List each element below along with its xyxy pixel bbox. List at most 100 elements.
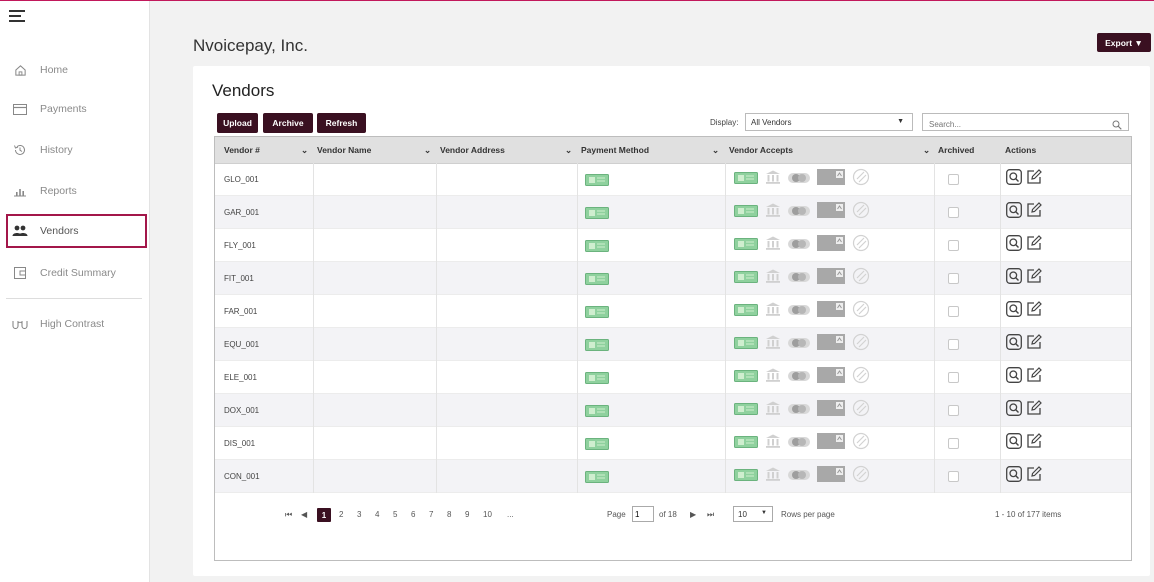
table-row[interactable]: FLY_001	[215, 229, 1131, 262]
page-number-input[interactable]	[632, 506, 654, 522]
column-header-vendor-name[interactable]: Vendor Name	[317, 137, 371, 163]
last-page-icon[interactable]: ⏭	[707, 510, 714, 520]
search-input[interactable]	[927, 116, 1101, 133]
next-page-icon[interactable]: ▶	[690, 510, 696, 519]
sidebar-item-vendors[interactable]: Vendors	[6, 214, 147, 248]
edit-icon[interactable]	[1026, 433, 1042, 454]
edit-icon[interactable]	[1026, 301, 1042, 322]
virtual-card-icon	[817, 433, 845, 454]
archived-checkbox[interactable]	[948, 240, 959, 251]
archived-checkbox[interactable]	[948, 438, 959, 449]
edit-icon[interactable]	[1026, 367, 1042, 388]
bank-icon	[765, 203, 781, 222]
vendor-id: DIS_001	[224, 439, 256, 448]
card-toggle-icon	[788, 435, 810, 453]
page-link[interactable]: 6	[411, 510, 415, 519]
edit-icon[interactable]	[1026, 202, 1042, 223]
table-row[interactable]: GAR_001	[215, 196, 1131, 229]
edit-icon[interactable]	[1026, 268, 1042, 289]
edit-icon[interactable]	[1026, 235, 1042, 256]
page-link[interactable]: 10	[483, 510, 492, 519]
table-row[interactable]: GLO_001	[215, 163, 1131, 196]
page-link[interactable]: 7	[429, 510, 433, 519]
edit-icon[interactable]	[1026, 466, 1042, 487]
search-icon[interactable]	[1112, 117, 1122, 135]
view-icon[interactable]	[1006, 466, 1022, 487]
column-divider	[436, 163, 437, 493]
rows-per-page-label: Rows per page	[781, 510, 835, 519]
archived-checkbox[interactable]	[948, 306, 959, 317]
virtual-card-icon	[817, 301, 845, 322]
table-row[interactable]: CON_001	[215, 460, 1131, 493]
table-row[interactable]: EQU_001	[215, 328, 1131, 361]
archived-checkbox[interactable]	[948, 174, 959, 185]
view-icon[interactable]	[1006, 202, 1022, 223]
page-link[interactable]: 2	[339, 510, 343, 519]
wire-transfer-icon	[852, 168, 870, 191]
archived-checkbox[interactable]	[948, 405, 959, 416]
view-icon[interactable]	[1006, 400, 1022, 421]
column-header-vendor-num[interactable]: Vendor #	[224, 137, 260, 163]
chevron-down-icon[interactable]: ⌄	[424, 137, 431, 163]
column-header-archived[interactable]: Archived	[938, 137, 974, 163]
table-row[interactable]: FAR_001	[215, 295, 1131, 328]
page-link[interactable]: 9	[465, 510, 469, 519]
archived-checkbox[interactable]	[948, 207, 959, 218]
upload-button[interactable]: Upload	[217, 113, 258, 133]
page-link[interactable]: 4	[375, 510, 379, 519]
sidebar-item-label: Credit Summary	[40, 267, 116, 279]
export-button[interactable]: Export ▼	[1097, 33, 1151, 52]
search-field[interactable]	[922, 113, 1129, 133]
view-icon[interactable]	[1006, 169, 1022, 190]
view-icon[interactable]	[1006, 433, 1022, 454]
chevron-down-icon[interactable]: ⌄	[923, 137, 930, 163]
sidebar-item-reports[interactable]: Reports	[6, 174, 147, 208]
page-link[interactable]: 5	[393, 510, 397, 519]
edit-icon[interactable]	[1026, 169, 1042, 190]
table-row[interactable]: ELE_001	[215, 361, 1131, 394]
edit-icon[interactable]	[1026, 400, 1042, 421]
menu-icon[interactable]	[9, 10, 25, 23]
sidebar-item-high-contrast[interactable]: High Contrast	[6, 307, 147, 341]
display-select[interactable]: All Vendors ▼	[745, 113, 913, 131]
sidebar-item-home[interactable]: Home	[6, 53, 147, 87]
view-icon[interactable]	[1006, 367, 1022, 388]
column-header-vendor-address[interactable]: Vendor Address	[440, 137, 505, 163]
page-link[interactable]: 3	[357, 510, 361, 519]
column-header-vendor-accepts[interactable]: Vendor Accepts	[729, 137, 793, 163]
wire-transfer-icon	[852, 366, 870, 389]
archived-checkbox[interactable]	[948, 372, 959, 383]
glasses-icon	[12, 316, 28, 332]
refresh-button[interactable]: Refresh	[317, 113, 366, 133]
wire-transfer-icon	[852, 300, 870, 323]
column-header-payment-method[interactable]: Payment Method	[581, 137, 649, 163]
archived-cell	[948, 460, 959, 493]
sidebar-item-payments[interactable]: Payments	[6, 92, 147, 126]
chevron-down-icon[interactable]: ⌄	[712, 137, 719, 163]
view-icon[interactable]	[1006, 235, 1022, 256]
card-toggle-icon	[788, 336, 810, 354]
rows-per-page-select[interactable]: 10 ▼	[733, 506, 773, 522]
first-page-icon[interactable]: ⏮	[285, 510, 292, 520]
view-icon[interactable]	[1006, 334, 1022, 355]
table-row[interactable]: DIS_001	[215, 427, 1131, 460]
prev-page-icon[interactable]: ◀	[301, 510, 307, 519]
view-icon[interactable]	[1006, 268, 1022, 289]
table-row[interactable]: FIT_001	[215, 262, 1131, 295]
page-link[interactable]: 1	[317, 508, 331, 522]
chevron-down-icon[interactable]: ⌄	[565, 137, 572, 163]
edit-icon[interactable]	[1026, 334, 1042, 355]
sidebar-item-history[interactable]: History	[6, 133, 147, 167]
chevron-down-icon[interactable]: ⌄	[301, 137, 308, 163]
sidebar-item-credit-summary[interactable]: Credit Summary	[6, 256, 147, 290]
archive-button[interactable]: Archive	[263, 113, 313, 133]
vendor-id: CON_001	[224, 472, 260, 481]
archived-checkbox[interactable]	[948, 273, 959, 284]
view-icon[interactable]	[1006, 301, 1022, 322]
archived-checkbox[interactable]	[948, 339, 959, 350]
page-ellipsis[interactable]: ...	[507, 510, 514, 519]
page-link[interactable]: 8	[447, 510, 451, 519]
archived-checkbox[interactable]	[948, 471, 959, 482]
vendor-accepts-icons	[734, 427, 870, 460]
table-row[interactable]: DOX_001	[215, 394, 1131, 427]
